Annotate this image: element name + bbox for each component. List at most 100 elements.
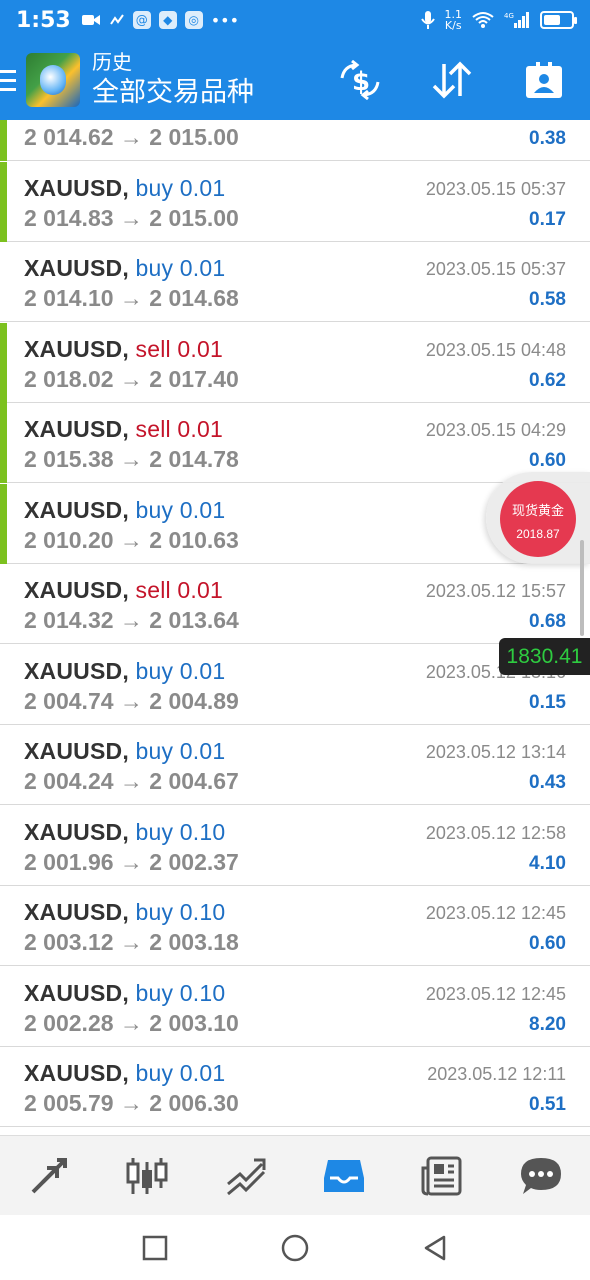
trade-prices: 2 004.74 → 2 004.89 [24,687,239,714]
trade-history-list[interactable]: 2 014.62 → 2 015.00 0.38 XAUUSD, buy 0.01 2… [0,120,590,1135]
trade-volume: 0.01 [177,416,223,442]
trade-row[interactable]: XAUUSD, sell 0.01 2 015.38 → 2 014.78 2023… [0,403,590,483]
back-button[interactable] [415,1228,455,1268]
shield-icon: ◆ [158,11,177,29]
trade-prices: 2 001.96 → 2 002.37 [24,848,239,875]
trade-profit: 0.62 [529,369,566,391]
trade-symbol: XAUUSD, buy 0.10 [24,979,226,1006]
trade-row[interactable]: XAUUSD, buy 0.01 2 014.10 → 2 014.68 2023.… [0,242,590,322]
nav-trade[interactable] [216,1146,276,1206]
nav-chat[interactable] [511,1146,571,1206]
gold-widget-name: 现货黄金 [511,504,564,519]
trade-row[interactable]: XAUUSD, sell 0.01 2 018.02 → 2 017.40 2023… [0,322,590,403]
trade-side: sell [135,577,171,603]
trade-symbol: XAUUSD, sell 0.01 [24,577,223,603]
trend-line-icon [226,1158,266,1195]
trade-side: buy [135,174,174,201]
trade-side: buy [135,496,174,523]
gold-price-bubble[interactable]: 现货黄金 2018.87 [500,481,576,557]
trade-side: buy [135,255,174,281]
trade-row[interactable]: XAUUSD, buy 0.01 2 004.24 → 2 004.67 2023.… [0,725,590,805]
trade-row[interactable]: XAUUSD, sell 0.01 2 014.32 → 2 013.64 2023… [0,564,590,644]
trade-prices: 2 015.38 → 2 014.78 [24,446,239,472]
trade-time: 2023.05.12 12:45 [425,903,566,923]
trade-arrows-icon [31,1157,68,1193]
trade-symbol: XAUUSD, buy 0.01 [24,496,226,523]
trade-side: buy [135,1060,174,1086]
chat-icon [520,1157,561,1194]
trade-profit: 0.15 [529,691,566,713]
trade-row[interactable]: XAUUSD, buy 0.01 2 014.83 → 2 015.00 2023.… [0,161,590,242]
trade-side: sell [135,335,171,362]
trade-profit: 0.51 [529,1094,566,1115]
sort-icon [432,61,472,99]
page-title[interactable]: 全部交易品种 [92,75,254,111]
trade-symbol: XAUUSD, buy 0.10 [24,899,226,925]
nav-history[interactable] [314,1146,374,1206]
trade-profit: 0.58 [529,289,566,310]
nav-news[interactable] [412,1146,472,1206]
trade-time: 2023.05.15 05:37 [425,259,566,279]
news-icon [421,1156,462,1195]
video-call-icon [81,15,100,25]
trade-side: sell [135,416,171,442]
trade-symbol: XAUUSD, buy 0.01 [24,1060,226,1086]
floating-gold-widget[interactable]: 现货黄金 2018.87 [486,472,590,564]
trade-profit: 8.20 [529,1013,566,1035]
status-time: 1:53 [16,7,71,33]
trade-symbol: XAUUSD, sell 0.01 [24,416,223,442]
trade-row[interactable]: XAUUSD, buy 0.10 2 001.96 → 2 002.37 2023.… [0,805,590,886]
trade-side: buy [135,818,174,845]
candlestick-chart-icon [126,1157,168,1194]
trade-prices: 2 002.28 → 2 003.10 [24,1009,239,1036]
trade-volume: 0.10 [179,979,226,1006]
app-notification-icon: @ [132,11,151,29]
trade-volume: 0.01 [179,657,226,684]
trade-volume: 0.01 [179,496,226,523]
position-marker [0,403,7,483]
trade-prices: 2 003.12 → 2 003.18 [24,929,239,955]
trade-row[interactable]: 2 014.62 → 2 015.00 0.38 [0,120,590,161]
network-speed: 1.1 K/s [444,8,463,32]
menu-icon[interactable] [0,40,22,120]
trade-time: 2023.05.12 12:58 [425,822,566,843]
trade-time: 2023.05.15 05:37 [425,178,566,199]
trade-row[interactable]: XAUUSD, buy 0.10 2 003.12 → 2 003.18 2023.… [0,886,590,966]
bottom-navigation [0,1135,590,1215]
recents-square-icon [142,1235,168,1260]
trade-row[interactable]: XAUUSD, buy 0.10 2 002.28 → 2 003.10 2023.… [0,966,590,1047]
gold-widget-price: 2018.87 [516,527,560,541]
trade-volume: 0.01 [177,335,223,362]
position-marker [0,161,7,242]
status-system-icons: 1.1 K/s 4G [420,8,577,32]
sort-button[interactable] [430,58,474,102]
trade-time: 2023.05.12 12:11 [427,1064,566,1084]
trade-profit: 0.60 [529,450,566,471]
trade-volume: 0.01 [179,738,226,764]
status-notification-icons: @ ◆ ◎ ••• [81,11,239,30]
home-circle-icon [281,1234,309,1261]
scrollbar[interactable] [580,540,584,636]
trade-profit: 0.60 [529,933,566,954]
trade-time: 2023.05.12 12:45 [425,983,566,1004]
microphone-icon [420,11,435,29]
browser-icon: ◎ [184,11,203,29]
recents-button[interactable] [135,1228,175,1268]
trade-time: 2023.05.15 04:48 [425,339,566,360]
account-button[interactable] [522,58,566,102]
trade-row[interactable]: XAUUSD, buy 0.01 2 005.79 → 2 006.30 2023.… [0,1047,590,1127]
status-bar: 1:53 @ ◆ ◎ ••• 1.1 K/s 4G [0,0,590,40]
trade-prices: 2 010.20 → 2 010.63 [24,526,239,553]
trade-symbol: XAUUSD, buy 0.01 [24,738,226,764]
home-button[interactable] [275,1228,315,1268]
trade-prices: 2 014.83 → 2 015.00 [24,204,239,231]
trade-prices: 2 004.24 → 2 004.67 [24,768,239,794]
more-dots-icon: ••• [210,10,240,30]
nav-chart[interactable] [117,1146,177,1206]
svg-text:4G: 4G [504,12,514,20]
floating-price-chip[interactable]: 1830.41 [499,638,590,675]
signal-icon [109,14,124,25]
currency-exchange-button[interactable]: $ [338,58,382,102]
nav-quotes[interactable] [19,1146,79,1206]
trade-time: 2023.05.12 15:57 [425,581,566,601]
